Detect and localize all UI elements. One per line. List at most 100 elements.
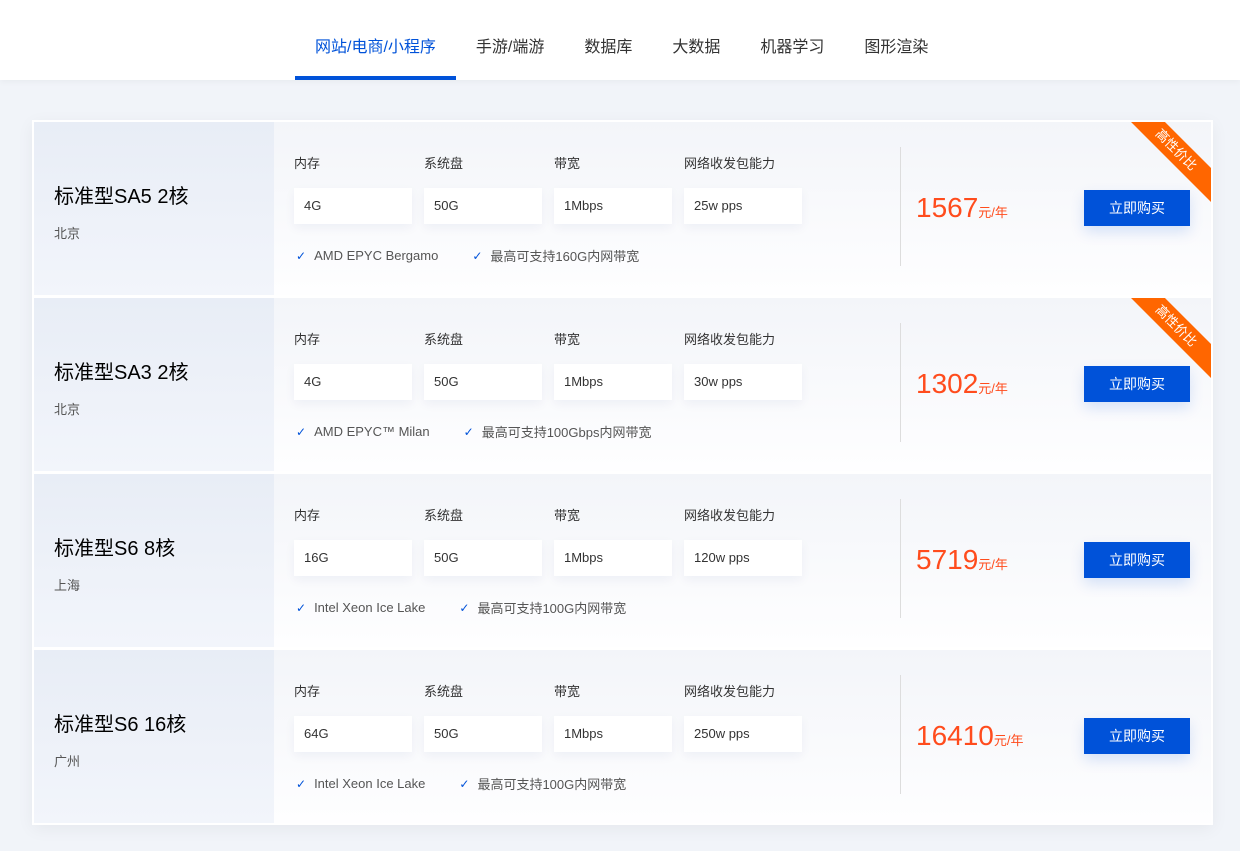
feature-text: 最高可支持100G内网带宽 bbox=[477, 777, 627, 792]
check-icon: ✓ bbox=[296, 424, 307, 439]
spec-value: 50G bbox=[424, 364, 542, 400]
product-info: 标准型SA3 2核 北京 bbox=[34, 298, 274, 471]
spec-value: 4G bbox=[294, 364, 412, 400]
spec-value: 1Mbps bbox=[554, 716, 672, 752]
tab-3[interactable]: 大数据 bbox=[652, 0, 740, 80]
product-name: 标准型SA5 2核 bbox=[54, 186, 189, 208]
feature: ✓ 最高可支持100G内网带宽 bbox=[459, 774, 626, 793]
product-name: 标准型S6 16核 bbox=[54, 714, 187, 736]
feature-text: 最高可支持100Gbps内网带宽 bbox=[481, 425, 652, 440]
product-region: 北京 bbox=[54, 226, 81, 241]
product-details: 内存 4G 系统盘 50G 带宽 1Mbps 网络收发包能力 25w pps ✓… bbox=[274, 122, 1211, 295]
product-card: 标准型SA5 2核 北京 内存 4G 系统盘 50G 带宽 1Mbps 网络收发… bbox=[34, 122, 1211, 295]
feature-text: 最高可支持100G内网带宽 bbox=[477, 601, 627, 616]
feature: ✓ 最高可支持100Gbps内网带宽 bbox=[464, 422, 652, 441]
spec-2: 带宽 1Mbps bbox=[554, 153, 672, 224]
spec-value: 50G bbox=[424, 540, 542, 576]
buy-now-button[interactable]: 立即购买 bbox=[1084, 366, 1190, 402]
check-icon: ✓ bbox=[472, 248, 483, 263]
spec-label: 内存 bbox=[294, 332, 321, 347]
spec-label: 带宽 bbox=[554, 332, 581, 347]
buy-now-button[interactable]: 立即购买 bbox=[1084, 718, 1190, 754]
spec-value: 120w pps bbox=[684, 540, 802, 576]
tab-5[interactable]: 图形渲染 bbox=[844, 0, 948, 80]
check-icon: ✓ bbox=[459, 776, 470, 791]
buy-now-button[interactable]: 立即购买 bbox=[1084, 190, 1190, 226]
tab-1[interactable]: 手游/端游 bbox=[456, 0, 564, 80]
spec-0: 内存 4G bbox=[294, 329, 412, 400]
spec-label: 带宽 bbox=[554, 508, 581, 523]
spec-label: 网络收发包能力 bbox=[684, 156, 776, 171]
spec-1: 系统盘 50G bbox=[424, 153, 542, 224]
price: 16410元/年 bbox=[916, 720, 1024, 752]
feature-list: ✓ Intel Xeon Ice Lake ✓ 最高可支持100G内网带宽 bbox=[296, 774, 660, 793]
product-info: 标准型S6 8核 上海 bbox=[34, 474, 274, 647]
divider bbox=[900, 675, 901, 794]
product-name: 标准型SA3 2核 bbox=[54, 362, 189, 384]
spec-1: 系统盘 50G bbox=[424, 329, 542, 400]
spec-value: 1Mbps bbox=[554, 540, 672, 576]
product-card: 标准型S6 8核 上海 内存 16G 系统盘 50G 带宽 1Mbps 网络收发… bbox=[34, 474, 1211, 647]
price-value: 1302 bbox=[916, 368, 979, 399]
check-icon: ✓ bbox=[296, 248, 307, 263]
spec-label: 带宽 bbox=[554, 156, 581, 171]
product-details: 内存 64G 系统盘 50G 带宽 1Mbps 网络收发包能力 250w pps… bbox=[274, 650, 1211, 823]
spec-label: 系统盘 bbox=[424, 508, 464, 523]
divider bbox=[900, 499, 901, 618]
price: 1567元/年 bbox=[916, 192, 1008, 224]
product-region: 北京 bbox=[54, 402, 81, 417]
spec-label: 带宽 bbox=[554, 684, 581, 699]
spec-value: 50G bbox=[424, 188, 542, 224]
product-details: 内存 16G 系统盘 50G 带宽 1Mbps 网络收发包能力 120w pps… bbox=[274, 474, 1211, 647]
price-unit: 元/年 bbox=[978, 205, 1008, 220]
spec-2: 带宽 1Mbps bbox=[554, 681, 672, 752]
check-icon: ✓ bbox=[296, 600, 307, 615]
spec-1: 系统盘 50G bbox=[424, 505, 542, 576]
spec-3: 网络收发包能力 250w pps bbox=[684, 681, 802, 752]
product-list: 标准型SA5 2核 北京 内存 4G 系统盘 50G 带宽 1Mbps 网络收发… bbox=[32, 120, 1213, 825]
divider bbox=[900, 147, 901, 266]
check-icon: ✓ bbox=[459, 600, 470, 615]
feature-list: ✓ Intel Xeon Ice Lake ✓ 最高可支持100G内网带宽 bbox=[296, 598, 660, 617]
spec-label: 系统盘 bbox=[424, 332, 464, 347]
spec-value: 30w pps bbox=[684, 364, 802, 400]
price: 5719元/年 bbox=[916, 544, 1008, 576]
feature-text: AMD EPYC Bergamo bbox=[314, 248, 439, 263]
price-unit: 元/年 bbox=[993, 733, 1024, 748]
spec-label: 内存 bbox=[294, 508, 321, 523]
buy-now-button[interactable]: 立即购买 bbox=[1084, 542, 1190, 578]
feature: ✓ AMD EPYC™ Milan bbox=[296, 422, 430, 441]
check-icon: ✓ bbox=[463, 424, 474, 439]
feature: ✓ 最高可支持100G内网带宽 bbox=[459, 598, 626, 617]
spec-label: 网络收发包能力 bbox=[684, 508, 776, 523]
price-value: 5719 bbox=[916, 544, 979, 575]
category-tabs: 网站/电商/小程序 手游/端游 数据库 大数据 机器学习 图形渲染 bbox=[295, 0, 948, 80]
divider bbox=[900, 323, 901, 442]
tab-2[interactable]: 数据库 bbox=[564, 0, 652, 80]
spec-3: 网络收发包能力 25w pps bbox=[684, 153, 802, 224]
price: 1302元/年 bbox=[916, 368, 1008, 400]
price-unit: 元/年 bbox=[978, 557, 1008, 572]
price-unit: 元/年 bbox=[978, 381, 1008, 396]
feature: ✓ Intel Xeon Ice Lake bbox=[296, 598, 425, 617]
spec-label: 内存 bbox=[294, 684, 321, 699]
spec-value: 1Mbps bbox=[554, 364, 672, 400]
product-details: 内存 4G 系统盘 50G 带宽 1Mbps 网络收发包能力 30w pps ✓… bbox=[274, 298, 1211, 471]
feature-text: AMD EPYC™ Milan bbox=[314, 424, 430, 439]
tab-0[interactable]: 网站/电商/小程序 bbox=[295, 0, 456, 80]
product-card: 标准型S6 16核 广州 内存 64G 系统盘 50G 带宽 1Mbps 网络收… bbox=[34, 650, 1211, 823]
spec-label: 网络收发包能力 bbox=[684, 332, 776, 347]
feature-text: Intel Xeon Ice Lake bbox=[314, 776, 426, 791]
spec-0: 内存 16G bbox=[294, 505, 412, 576]
spec-label: 内存 bbox=[294, 156, 321, 171]
spec-value: 16G bbox=[294, 540, 412, 576]
spec-value: 4G bbox=[294, 188, 412, 224]
spec-1: 系统盘 50G bbox=[424, 681, 542, 752]
product-region: 广州 bbox=[54, 754, 81, 769]
tab-4[interactable]: 机器学习 bbox=[740, 0, 844, 80]
spec-value: 1Mbps bbox=[554, 188, 672, 224]
check-icon: ✓ bbox=[296, 776, 307, 791]
price-value: 16410 bbox=[916, 720, 994, 751]
price-value: 1567 bbox=[916, 192, 979, 223]
product-info: 标准型S6 16核 广州 bbox=[34, 650, 274, 823]
